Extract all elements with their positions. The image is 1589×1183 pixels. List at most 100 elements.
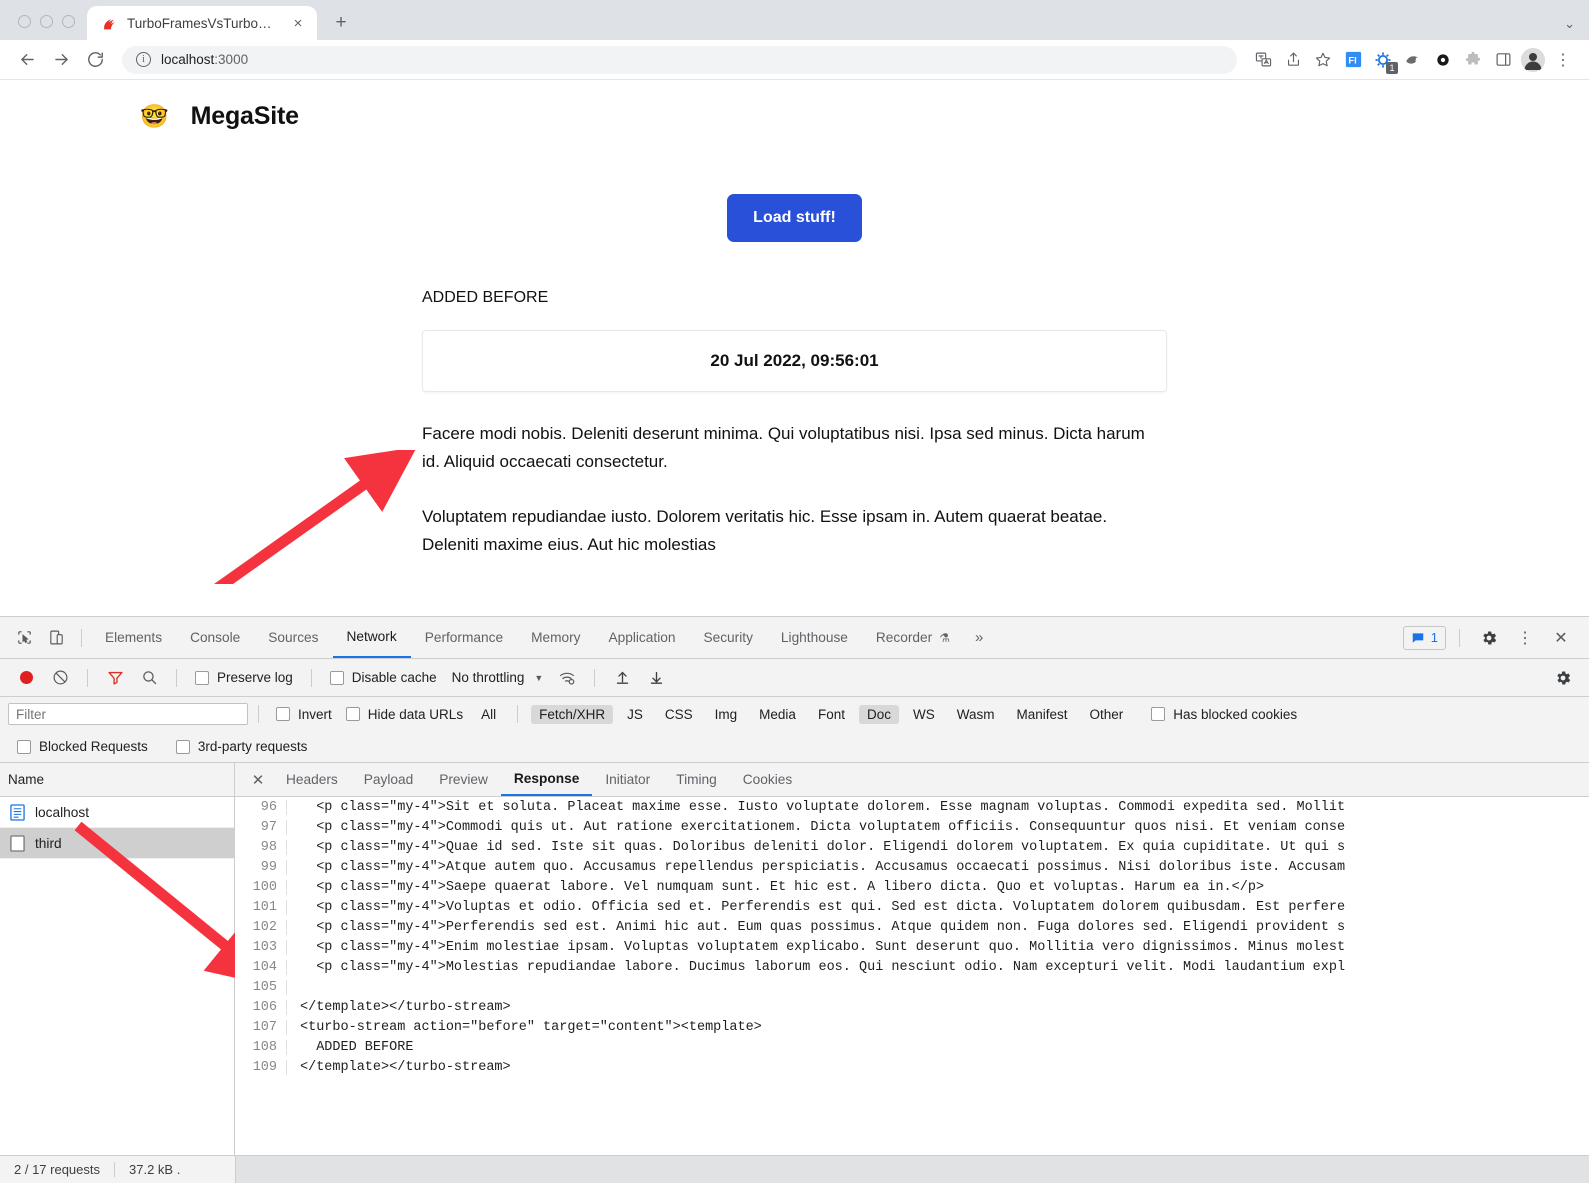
- tab-recorder[interactable]: Recorder ⚗: [862, 617, 964, 658]
- browser-tab[interactable]: TurboFramesVsTurboStreams ×: [87, 6, 317, 40]
- extension-bird-icon[interactable]: [1399, 46, 1427, 74]
- site-info-icon[interactable]: i: [136, 52, 151, 67]
- tab-timing[interactable]: Timing: [663, 763, 730, 796]
- tab-sources[interactable]: Sources: [254, 617, 332, 658]
- search-icon[interactable]: [133, 664, 165, 692]
- divider: [594, 669, 595, 687]
- tab-performance[interactable]: Performance: [411, 617, 517, 658]
- device-toolbar-icon[interactable]: [40, 624, 72, 652]
- line-number: 100: [235, 880, 287, 895]
- forward-button[interactable]: [46, 45, 76, 75]
- invert-checkbox[interactable]: Invert: [269, 707, 339, 722]
- filter-type-media[interactable]: Media: [751, 705, 804, 724]
- third-party-requests-checkbox[interactable]: 3rd-party requests: [169, 739, 315, 754]
- tab-cookies[interactable]: Cookies: [730, 763, 805, 796]
- network-main: Name localhost third: [0, 763, 1589, 1155]
- chevron-down-icon[interactable]: ⌄: [1564, 16, 1575, 32]
- filter-type-manifest[interactable]: Manifest: [1008, 705, 1075, 724]
- filter-type-other[interactable]: Other: [1082, 705, 1132, 724]
- filter-type-img[interactable]: Img: [707, 705, 746, 724]
- tab-headers[interactable]: Headers: [273, 763, 351, 796]
- network-settings-icon[interactable]: [1547, 664, 1579, 692]
- window-controls[interactable]: [10, 15, 87, 40]
- more-tabs-button[interactable]: »: [964, 629, 994, 646]
- tab-preview[interactable]: Preview: [426, 763, 501, 796]
- filter-type-doc[interactable]: Doc: [859, 705, 899, 724]
- inspect-element-icon[interactable]: [8, 624, 40, 652]
- filter-type-css[interactable]: CSS: [657, 705, 701, 724]
- page-content: Load stuff! ADDED BEFORE 20 Jul 2022, 09…: [422, 131, 1167, 558]
- network-filter-row: Invert Hide data URLs All Fetch/XHR JS C…: [0, 697, 1589, 731]
- hide-data-urls-checkbox[interactable]: Hide data URLs: [339, 707, 470, 722]
- extension-dot-icon[interactable]: [1429, 46, 1457, 74]
- extension-badge-count: 1: [1386, 62, 1398, 74]
- load-stuff-button[interactable]: Load stuff!: [727, 194, 862, 242]
- devtools-kebab-menu[interactable]: ⋮: [1509, 624, 1541, 652]
- tab-network[interactable]: Network: [333, 617, 411, 658]
- bookmark-star-icon[interactable]: [1309, 46, 1337, 74]
- tab-memory[interactable]: Memory: [517, 617, 594, 658]
- maximize-window-button[interactable]: [62, 15, 75, 28]
- tab-response[interactable]: Response: [501, 763, 592, 796]
- hide-data-urls-label: Hide data URLs: [368, 707, 463, 722]
- filter-button[interactable]: [99, 664, 131, 692]
- throttling-select[interactable]: No throttling ▼: [446, 670, 550, 685]
- devtools-tab-bar-actions: 1 ⋮ ✕: [1403, 624, 1589, 652]
- line-number: 97: [235, 820, 287, 835]
- divider: [81, 629, 82, 647]
- browser-menu-button[interactable]: ⋮: [1549, 46, 1577, 74]
- minimize-window-button[interactable]: [40, 15, 53, 28]
- line-content: ADDED BEFORE: [287, 1040, 413, 1055]
- checkbox-box: [17, 740, 31, 754]
- has-blocked-cookies-checkbox[interactable]: Has blocked cookies: [1144, 707, 1304, 722]
- tab-security[interactable]: Security: [689, 617, 766, 658]
- reload-button[interactable]: [80, 45, 110, 75]
- import-har-icon[interactable]: [606, 664, 638, 692]
- extension-gear-blue-icon[interactable]: 1: [1369, 46, 1397, 74]
- filter-type-wasm[interactable]: Wasm: [949, 705, 1003, 724]
- filter-type-font[interactable]: Font: [810, 705, 853, 724]
- line-number: 108: [235, 1040, 287, 1055]
- request-list-header[interactable]: Name: [0, 763, 234, 797]
- tab-payload[interactable]: Payload: [351, 763, 426, 796]
- gear-icon[interactable]: [1473, 624, 1505, 652]
- filter-type-fetch-xhr[interactable]: Fetch/XHR: [531, 705, 613, 724]
- tab-application[interactable]: Application: [595, 617, 690, 658]
- close-devtools-button[interactable]: ✕: [1545, 624, 1577, 652]
- filter-type-js[interactable]: JS: [619, 705, 651, 724]
- share-icon[interactable]: [1279, 46, 1307, 74]
- avatar[interactable]: [1519, 46, 1547, 74]
- tab-initiator[interactable]: Initiator: [592, 763, 663, 796]
- export-har-icon[interactable]: [640, 664, 672, 692]
- line-content: <p class="my-4">Atque autem quo. Accusam…: [287, 860, 1345, 875]
- close-window-button[interactable]: [18, 15, 31, 28]
- response-code-view[interactable]: 96 <p class="my-4">Sit et soluta. Placea…: [235, 797, 1589, 1155]
- filter-type-all[interactable]: All: [473, 705, 504, 724]
- tab-console[interactable]: Console: [176, 617, 254, 658]
- disable-cache-checkbox[interactable]: Disable cache: [323, 670, 444, 685]
- table-row[interactable]: localhost: [0, 797, 234, 828]
- close-tab-button[interactable]: ×: [289, 14, 307, 32]
- request-list: Name localhost third: [0, 763, 235, 1155]
- tab-lighthouse[interactable]: Lighthouse: [767, 617, 862, 658]
- extensions-puzzle-icon[interactable]: [1459, 46, 1487, 74]
- blocked-requests-checkbox[interactable]: Blocked Requests: [10, 739, 155, 754]
- network-conditions-icon[interactable]: [551, 664, 583, 692]
- side-panel-icon[interactable]: [1489, 46, 1517, 74]
- filter-type-ws[interactable]: WS: [905, 705, 943, 724]
- address-bar[interactable]: i localhost:3000: [122, 46, 1237, 74]
- back-button[interactable]: [12, 45, 42, 75]
- divider: [311, 669, 312, 687]
- preserve-log-checkbox[interactable]: Preserve log: [188, 670, 300, 685]
- extension-fi-icon[interactable]: FI: [1339, 46, 1367, 74]
- tab-elements[interactable]: Elements: [91, 617, 176, 658]
- record-button[interactable]: [10, 664, 42, 692]
- table-row[interactable]: third: [0, 828, 234, 859]
- close-response-panel-button[interactable]: ✕: [243, 765, 273, 795]
- clear-button[interactable]: [44, 664, 76, 692]
- translate-icon[interactable]: [1249, 46, 1277, 74]
- filter-input[interactable]: [8, 703, 248, 725]
- console-message-badge[interactable]: 1: [1403, 626, 1446, 650]
- line-content: <p class="my-4">Voluptas et odio. Offici…: [287, 900, 1345, 915]
- new-tab-button[interactable]: +: [327, 9, 355, 37]
